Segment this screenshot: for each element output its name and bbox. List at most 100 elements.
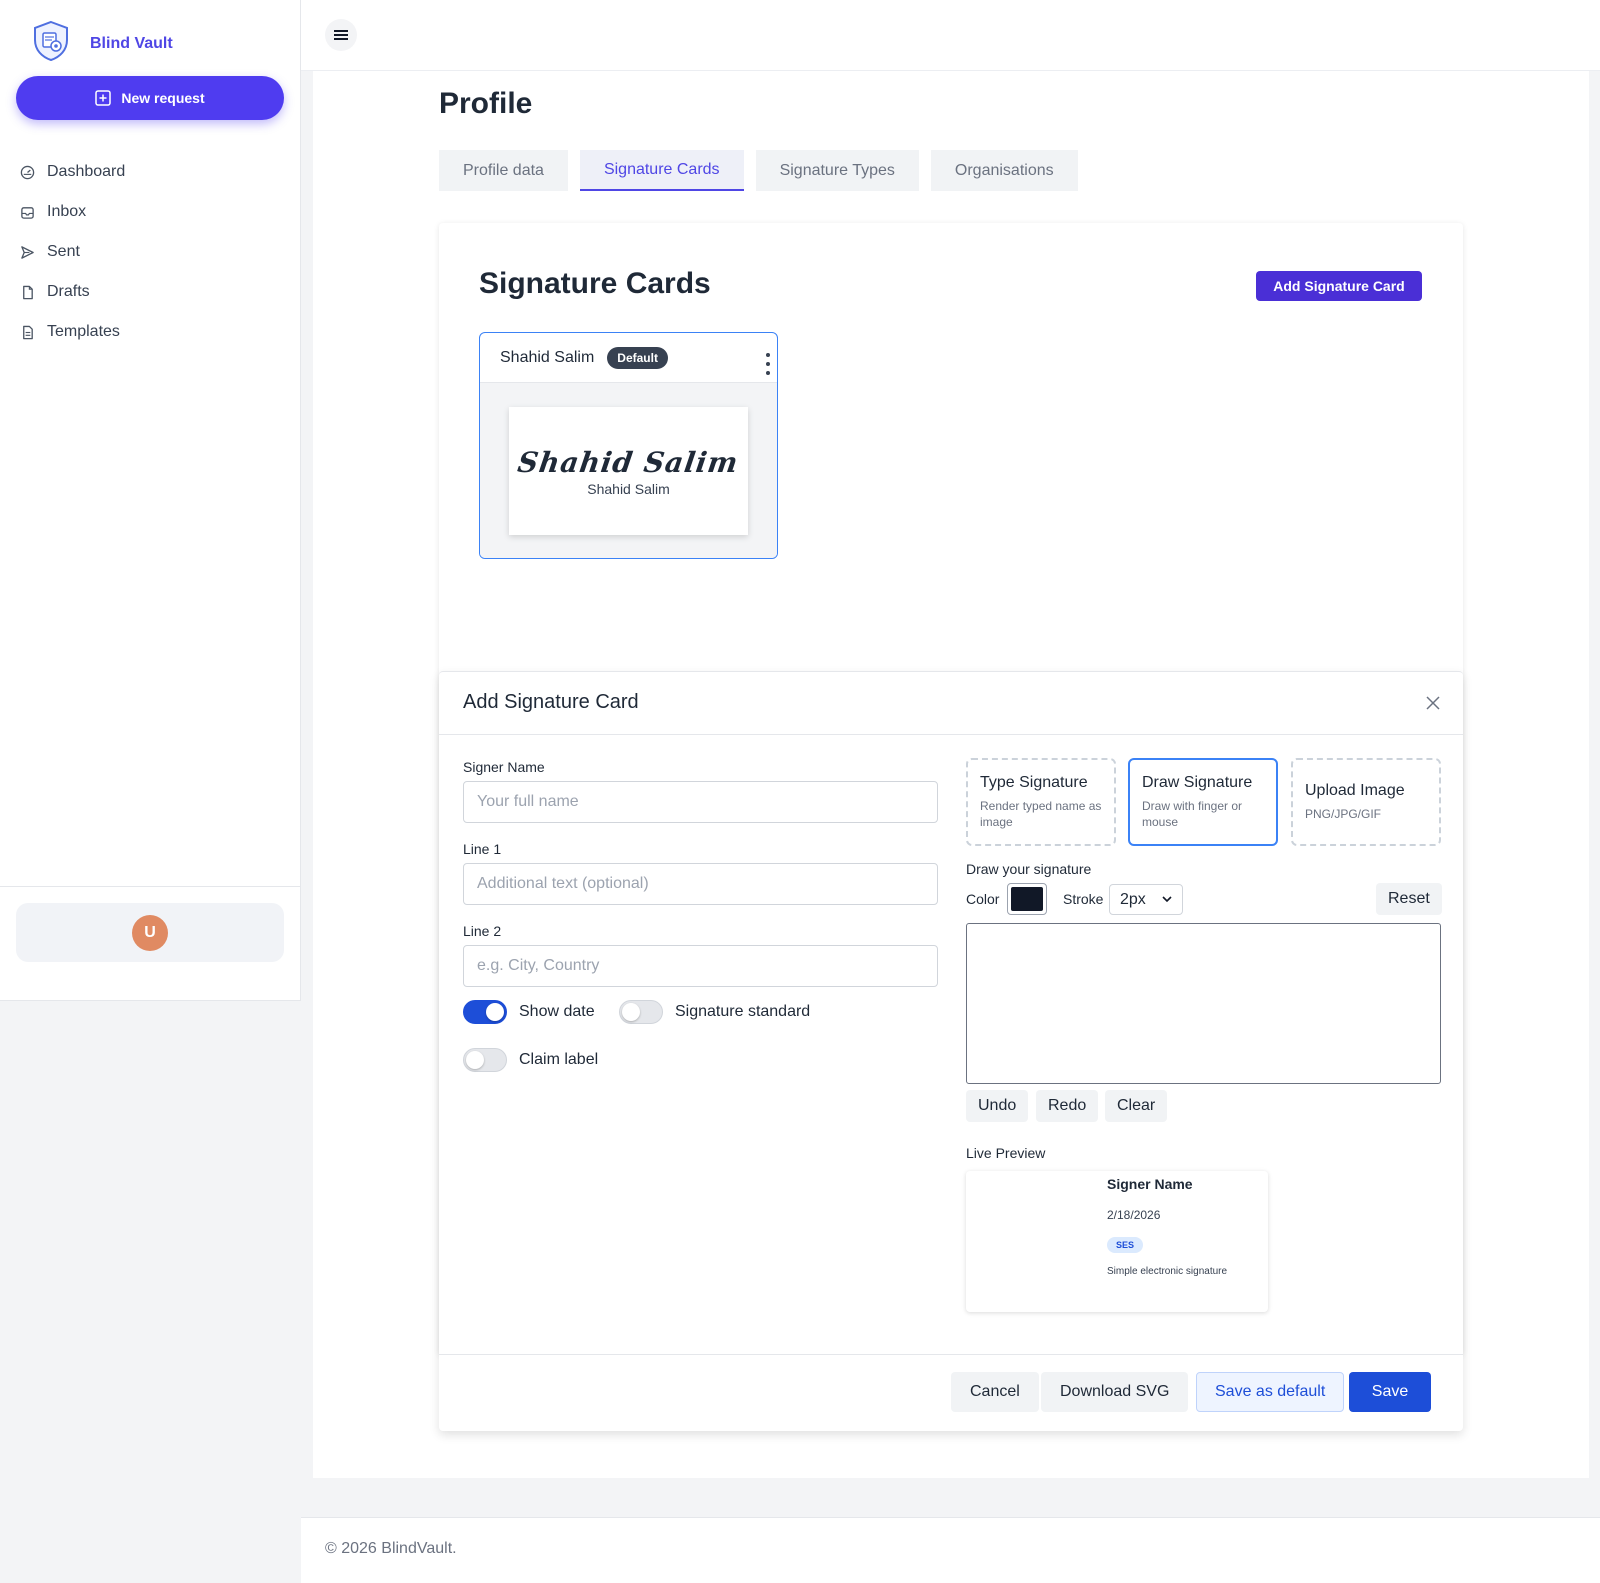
avatar[interactable]: U — [132, 914, 168, 951]
toggle-label: Signature standard — [675, 1003, 811, 1020]
close-button[interactable] — [1423, 694, 1443, 714]
mode-description: Draw with finger or mouse — [1142, 799, 1243, 829]
signature-subtitle: Shahid Salim — [587, 480, 670, 497]
hamburger-icon — [334, 30, 348, 40]
sidebar: Blind Vault New request Dashboard Inbox … — [0, 0, 301, 1001]
file-text-icon — [23, 325, 33, 339]
dialog-footer: Cancel Download SVG Save as default Save — [439, 1354, 1463, 1432]
signature-card-body: Shahid Salim Shahid Salim — [480, 383, 777, 558]
dialog-title: Add Signature Card — [463, 691, 639, 713]
color-label: Color — [966, 891, 1000, 907]
signature-card-name: Shahid Salim — [500, 348, 595, 366]
mode-upload-image[interactable]: Upload Image PNG/JPG/GIF — [1291, 758, 1441, 846]
download-svg-button[interactable]: Download SVG — [1041, 1372, 1189, 1412]
sidebar-item-inbox[interactable]: Inbox — [20, 192, 280, 232]
signature-standard-toggle[interactable]: Signature standard — [619, 1000, 810, 1024]
gauge-icon — [20, 165, 35, 179]
sidebar-item-dashboard[interactable]: Dashboard — [20, 152, 280, 192]
tab-organisations[interactable]: Organisations — [930, 150, 1078, 191]
line2-label: Line 2 — [463, 923, 502, 939]
inbox-icon — [21, 206, 34, 219]
stroke-label: Stroke — [1063, 891, 1104, 907]
mode-type-signature[interactable]: Type Signature Render typed name as imag… — [966, 758, 1116, 846]
toggle-switch[interactable] — [463, 1048, 507, 1072]
color-picker[interactable] — [1007, 883, 1047, 915]
signer-name-input[interactable] — [463, 781, 938, 823]
save-as-default-button[interactable]: Save as default — [1196, 1372, 1345, 1412]
signature-preview: Shahid Salim Shahid Salim — [509, 407, 748, 535]
signature-card-header: Shahid Salim Default — [480, 333, 777, 383]
mode-title: Type Signature — [980, 774, 1088, 791]
sidebar-item-templates[interactable]: Templates — [20, 312, 280, 352]
new-request-label: New request — [121, 90, 205, 106]
mode-title: Upload Image — [1305, 782, 1405, 799]
cancel-button[interactable]: Cancel — [951, 1372, 1039, 1412]
section-title: Signature Cards — [479, 267, 711, 300]
sidebar-item-label: Dashboard — [47, 163, 126, 180]
claim-label-toggle[interactable]: Claim label — [463, 1048, 598, 1072]
preview-ses-badge: SES — [1107, 1237, 1144, 1253]
line1-label: Line 1 — [463, 841, 502, 857]
shield-logo-icon — [32, 20, 70, 67]
sidebar-item-label: Drafts — [47, 283, 90, 300]
user-menu[interactable]: U — [16, 903, 284, 962]
mode-description: PNG/JPG/GIF — [1305, 807, 1382, 821]
line2-input[interactable] — [463, 945, 938, 987]
sidebar-divider — [0, 886, 300, 887]
live-preview-label: Live Preview — [966, 1145, 1046, 1161]
signature-cards-panel: Signature Cards Add Signature Card Shahi… — [439, 223, 1463, 1431]
mode-draw-signature[interactable]: Draw Signature Draw with finger or mouse — [1128, 758, 1278, 846]
kebab-icon — [766, 353, 770, 375]
toggle-switch[interactable] — [463, 1000, 507, 1024]
menu-toggle-button[interactable] — [325, 19, 357, 51]
show-date-toggle[interactable]: Show date — [463, 1000, 595, 1024]
toggle-label: Claim label — [519, 1051, 599, 1068]
card-options-button[interactable] — [765, 353, 771, 375]
sidebar-nav: Dashboard Inbox Sent Drafts Templates — [20, 152, 280, 352]
send-icon — [21, 245, 34, 259]
topbar — [301, 0, 1600, 71]
add-signature-card-button[interactable]: Add Signature Card — [1256, 271, 1422, 301]
copyright: © 2026 BlindVault. — [325, 1540, 457, 1557]
preview-date: 2/18/2026 — [1107, 1208, 1161, 1222]
undo-button[interactable]: Undo — [966, 1090, 1029, 1122]
sidebar-item-sent[interactable]: Sent — [20, 232, 280, 272]
signer-name-label: Signer Name — [463, 759, 545, 775]
color-swatch — [1011, 887, 1043, 911]
tab-signature-types[interactable]: Signature Types — [755, 150, 919, 191]
profile-tabs: Profile data Signature Cards Signature T… — [439, 150, 1090, 191]
stroke-value: 2px — [1120, 890, 1146, 908]
toggle-label: Show date — [519, 1003, 595, 1020]
live-preview: Signer Name 2/18/2026 SES Simple electro… — [966, 1171, 1268, 1312]
chevron-down-icon — [1162, 896, 1172, 903]
signature-script: Shahid Salim — [516, 445, 741, 479]
signature-canvas[interactable] — [966, 923, 1441, 1084]
redo-button[interactable]: Redo — [1036, 1090, 1099, 1122]
new-request-button[interactable]: New request — [16, 76, 284, 120]
sidebar-item-drafts[interactable]: Drafts — [20, 272, 280, 312]
plus-square-icon — [95, 90, 112, 106]
reset-button[interactable]: Reset — [1376, 883, 1442, 915]
sidebar-item-label: Sent — [47, 243, 80, 260]
save-button[interactable]: Save — [1349, 1372, 1431, 1412]
preview-standard: Simple electronic signature — [1107, 1266, 1228, 1277]
mode-description: Render typed name as image — [980, 799, 1102, 829]
brand-name: Blind Vault — [90, 34, 173, 52]
tab-signature-cards[interactable]: Signature Cards — [579, 150, 744, 191]
mode-title: Draw Signature — [1142, 774, 1253, 791]
default-badge: Default — [607, 346, 668, 369]
main-content: Profile Profile data Signature Cards Sig… — [313, 71, 1589, 1478]
file-icon — [23, 285, 33, 299]
line1-input[interactable] — [463, 863, 938, 905]
clear-button[interactable]: Clear — [1105, 1090, 1168, 1122]
stroke-select[interactable]: 2px — [1109, 884, 1183, 915]
dialog-header: Add Signature Card — [439, 672, 1463, 735]
tab-profile-data[interactable]: Profile data — [439, 150, 568, 191]
draw-signature-label: Draw your signature — [966, 861, 1092, 877]
add-signature-card-dialog: Add Signature Card Signer Name Line 1 Li… — [439, 671, 1463, 1431]
preview-signer-name: Signer Name — [1107, 1176, 1193, 1192]
page-footer: © 2026 BlindVault. — [301, 1517, 1600, 1583]
signature-card[interactable]: Shahid Salim Default Shahid Salim Shahid… — [479, 332, 778, 559]
brand[interactable]: Blind Vault — [32, 20, 173, 67]
toggle-switch[interactable] — [619, 1000, 663, 1024]
